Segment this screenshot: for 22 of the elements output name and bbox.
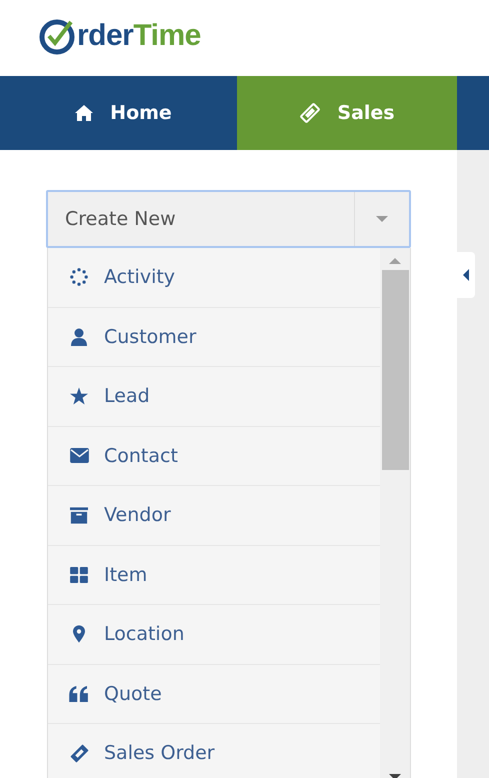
star-icon — [70, 387, 88, 406]
collapse-tab[interactable] — [457, 252, 475, 298]
scrollbar-thumb[interactable] — [382, 270, 408, 470]
map-pin-icon — [73, 625, 85, 644]
menu-item[interactable]: Contact — [48, 426, 380, 486]
archive-box-icon — [70, 506, 88, 524]
quote-icon — [69, 686, 89, 702]
menu-item[interactable]: Vendor — [48, 486, 380, 546]
user-icon — [70, 328, 88, 346]
scroll-up-icon[interactable] — [389, 258, 401, 264]
grid-icon — [70, 566, 88, 583]
nav-tab[interactable]: Sales — [237, 76, 457, 150]
ticket-icon — [299, 102, 322, 124]
logo-wordmark: rderTime — [77, 19, 201, 53]
envelope-icon — [70, 448, 88, 464]
scrollbar[interactable] — [380, 248, 410, 778]
home-icon — [74, 104, 94, 122]
spinner-icon — [70, 268, 88, 286]
create-new-dropdown[interactable]: Create New — [46, 190, 411, 248]
caret-down-icon — [376, 216, 388, 222]
menu-item[interactable]: Item — [48, 546, 380, 605]
caret-left-icon — [463, 269, 469, 281]
